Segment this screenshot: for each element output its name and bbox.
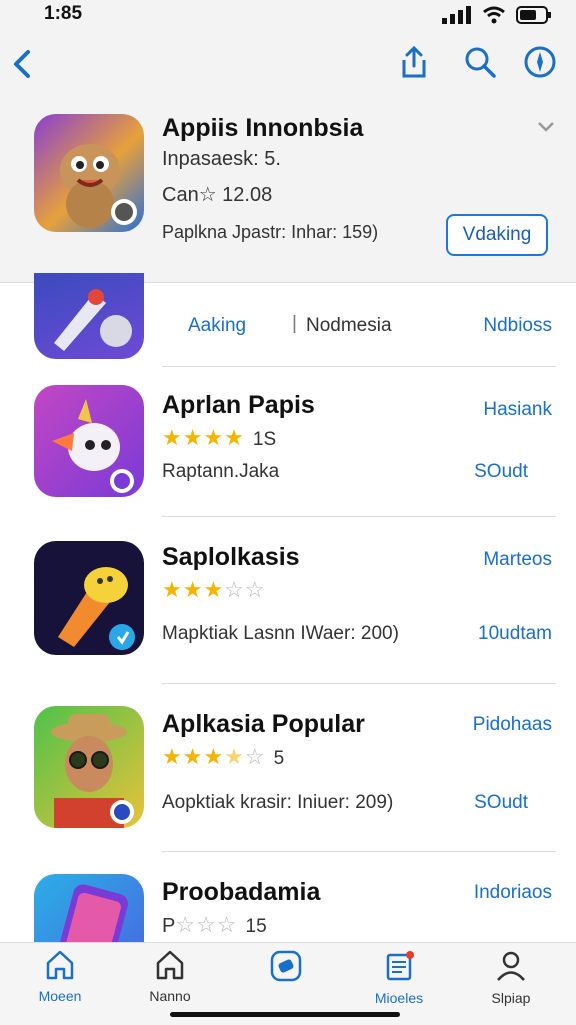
home-icon (46, 950, 74, 980)
stars-filled-icon: ★★★★ (162, 425, 245, 450)
rocket-app-icon[interactable] (34, 273, 144, 359)
featured-app-title: Appiis Innonbsia (162, 114, 364, 142)
status-icons (442, 6, 552, 24)
person-icon (497, 951, 525, 981)
signal-icon (442, 6, 471, 24)
star-rating: P☆☆☆ 15 (162, 912, 267, 938)
list-item[interactable]: Saplolkasis ★★★☆☆ Mapktiak Lasnn IWaer: … (0, 517, 576, 684)
compass-icon[interactable] (522, 44, 558, 80)
row-link-left[interactable]: Aaking (188, 315, 246, 337)
status-time: 1:85 (44, 3, 83, 24)
list-item[interactable]: Aprlan Papis ★★★★ 1S Raptann.Jaka Hasiank… (0, 367, 576, 517)
back-chevron-icon[interactable] (8, 44, 38, 84)
cowboy-avatar-icon (51, 714, 134, 828)
stars-filled-icon: ★★★ (162, 744, 225, 769)
app-link-top[interactable]: Pidohaas (473, 714, 552, 736)
wifi-icon (483, 6, 505, 24)
chevron-down-icon[interactable] (536, 116, 556, 136)
row-text-mid: Nodmesia (306, 315, 392, 336)
search-icon[interactable] (462, 44, 498, 80)
nav-bar (0, 30, 576, 100)
star-rating: ★★★★ 1S (162, 425, 276, 451)
featured-app-subtitle-2: Can☆ 12.08 (162, 184, 273, 206)
stars-empty-icon: ☆ (244, 744, 266, 769)
home-indicator[interactable] (170, 1012, 400, 1017)
featured-action-button[interactable]: Vdaking (446, 214, 548, 256)
stars-filled-icon: ★★★ (162, 577, 225, 602)
app-name[interactable]: Proobadamia (162, 878, 320, 907)
app-icon[interactable] (34, 874, 144, 942)
tab-profile[interactable]: Slpiap (466, 949, 556, 1006)
list-item[interactable]: Proobadamia P☆☆☆ 15 Indoriaos (0, 852, 576, 942)
featured-app-subtitle-1: Inpasaesk: 5. (162, 148, 281, 170)
app-icon[interactable] (34, 541, 144, 655)
home-icon (156, 950, 184, 980)
star-half-icon: ★ (224, 744, 245, 769)
app-subtitle: Aopktiak krasir: Iniuer: 209) (162, 792, 394, 813)
status-bar: 1:85 (0, 0, 576, 30)
rating-count: 15 (245, 916, 267, 937)
app-link-bottom[interactable]: 10udtam (478, 623, 552, 645)
app-store-icon (270, 950, 302, 982)
microphone-icon (58, 567, 135, 650)
rating-count: 5 (273, 748, 285, 769)
tab-updates[interactable]: Mioeles (354, 949, 444, 1006)
featured-app-icon[interactable] (34, 114, 144, 232)
app-link-bottom[interactable]: SOudt (474, 461, 528, 483)
app-link-top[interactable]: Marteos (483, 549, 552, 571)
tab-label: Nanno (149, 988, 191, 1004)
battery-icon (516, 6, 551, 24)
tab-label: Slpiap (491, 990, 531, 1006)
unicorn-icon (52, 399, 134, 493)
tab-apps[interactable] (241, 949, 331, 990)
app-name[interactable]: Aprlan Papis (162, 391, 315, 420)
app-name[interactable]: Aplkasia Popular (162, 710, 365, 739)
rating-count: 1S (252, 429, 277, 450)
tab-label: Mioeles (374, 990, 424, 1006)
app-icon[interactable] (34, 706, 144, 828)
rocket-icon (54, 289, 132, 351)
app-link-bottom[interactable]: SOudt (474, 792, 528, 814)
row-separator: | (292, 313, 297, 334)
tab-home[interactable]: Moeen (15, 949, 105, 1004)
share-icon[interactable] (396, 44, 432, 80)
featured-app-subtitle-3: Paplkna Jpastr: Inhar: 159) (162, 222, 379, 242)
cartoon-cat-icon (60, 144, 137, 228)
stars-empty-icon: ☆☆ (224, 577, 266, 602)
rating-prefix: P (162, 915, 176, 937)
app-link-top[interactable]: Hasiank (483, 399, 552, 421)
phone-icon (56, 884, 128, 942)
row-link-right[interactable]: Ndbioss (483, 315, 552, 337)
tab-label: Moeen (38, 988, 82, 1004)
star-rating: ★★★☆☆ (162, 577, 266, 603)
app-link-top[interactable]: Indoriaos (474, 882, 552, 904)
updates-icon (386, 951, 414, 981)
app-name[interactable]: Saplolkasis (162, 543, 300, 572)
list-item[interactable]: Aplkasia Popular ★★★★☆ 5 Aopktiak krasir:… (0, 684, 576, 852)
app-icon[interactable] (34, 385, 144, 497)
star-rating: ★★★★☆ 5 (162, 744, 284, 770)
tab-home-2[interactable]: Nanno (125, 949, 215, 1004)
featured-app-card[interactable]: Appiis Innonbsia Inpasaesk: 5. Can☆ 12.0… (0, 100, 576, 283)
stars-empty-icon: ☆☆☆ (175, 912, 238, 937)
list-item[interactable]: Aaking | Nodmesia Ndbioss (0, 273, 576, 367)
app-subtitle: Raptann.Jaka (162, 461, 280, 482)
app-subtitle: Mapktiak Lasnn IWaer: 200) (162, 623, 399, 644)
